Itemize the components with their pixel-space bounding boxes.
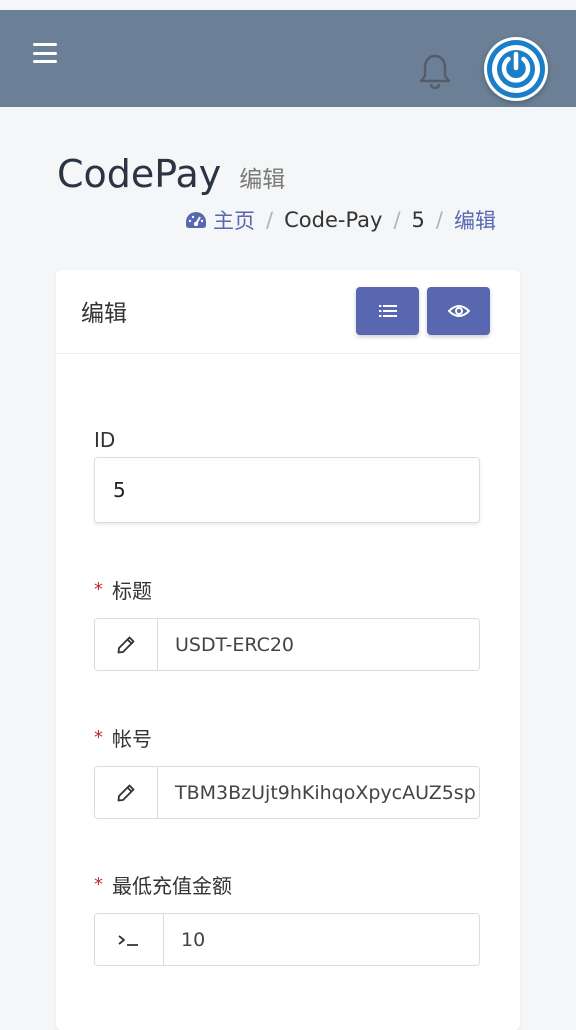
breadcrumb-current: 编辑 [454, 209, 496, 233]
id-input[interactable]: 5 [94, 457, 480, 523]
pencil-icon [117, 784, 135, 801]
eye-icon [447, 305, 470, 317]
breadcrumb-codepay[interactable]: Code-Pay [284, 208, 382, 232]
list-icon [378, 305, 397, 317]
min-recharge-input-group: 10 [94, 913, 480, 966]
account-input[interactable]: TBM3BzUjt9hKihqoXpycAUZ5sp [158, 767, 479, 818]
page-title: CodePay 编辑 [57, 152, 285, 196]
title-addon [95, 619, 158, 670]
breadcrumb-separator: / [435, 208, 443, 232]
min-recharge-label-text: 最低充值金额 [112, 874, 232, 898]
dashboard-icon [186, 212, 207, 228]
bell-icon[interactable] [417, 52, 453, 92]
top-navbar [0, 10, 576, 107]
min-recharge-addon [95, 914, 164, 965]
page-subtitle: 编辑 [239, 167, 286, 193]
breadcrumb-record-id[interactable]: 5 [412, 208, 425, 232]
min-recharge-input[interactable]: 10 [164, 914, 479, 965]
min-recharge-label: * 最低充值金额 [94, 870, 232, 899]
view-button[interactable] [427, 287, 490, 335]
id-label: ID [94, 428, 115, 452]
list-button[interactable] [356, 287, 419, 335]
card-title: 编辑 [81, 301, 127, 327]
account-addon [95, 767, 158, 818]
account-label-text: 帐号 [112, 727, 152, 751]
power-icon [487, 40, 545, 98]
title-input[interactable]: USDT-ERC20 [158, 619, 479, 670]
required-mark: * [94, 579, 103, 600]
page-title-main: CodePay [57, 152, 222, 196]
breadcrumb-home[interactable]: 主页 [185, 205, 255, 235]
edit-card: 编辑 ID 5 * 标题 USDT-ERC20 * 帐号 TBM3BzUjt9h… [56, 270, 520, 1030]
card-header: 编辑 [56, 270, 520, 354]
breadcrumb-home-label: 主页 [213, 209, 256, 233]
required-mark: * [94, 874, 103, 895]
account-input-group: TBM3BzUjt9hKihqoXpycAUZ5sp [94, 766, 480, 819]
hamburger-icon[interactable] [33, 43, 57, 63]
id-label-text: ID [94, 428, 116, 452]
user-avatar[interactable] [484, 37, 548, 101]
pencil-icon [117, 636, 135, 653]
title-label: * 标题 [94, 575, 152, 604]
title-label-text: 标题 [112, 579, 152, 603]
account-label: * 帐号 [94, 723, 152, 752]
breadcrumb-separator: / [393, 208, 401, 232]
required-mark: * [94, 727, 103, 748]
breadcrumb: 主页 / Code-Pay / 5 / 编辑 [185, 205, 496, 235]
breadcrumb-separator: / [266, 208, 274, 232]
terminal-icon [118, 934, 138, 946]
title-input-group: USDT-ERC20 [94, 618, 480, 671]
